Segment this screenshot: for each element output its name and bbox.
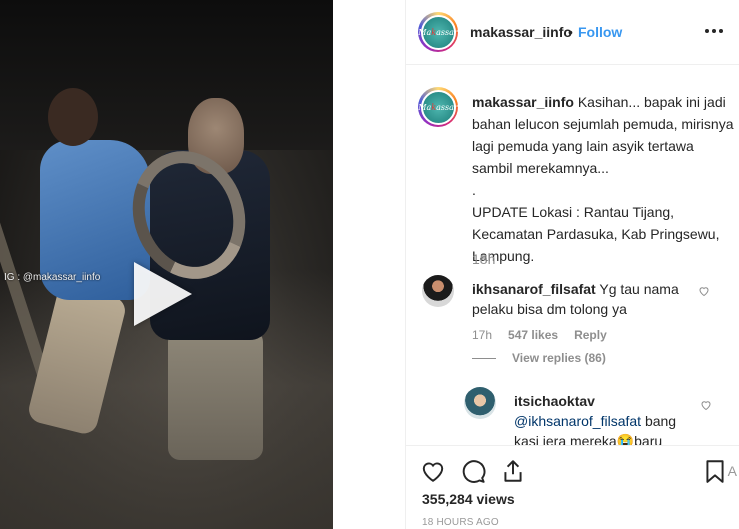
post-actions: A 355,284 views 18 HOURS AGO (406, 445, 739, 529)
view-count[interactable]: 355,284 views (422, 491, 515, 507)
share-icon[interactable] (500, 458, 526, 484)
mention-link[interactable]: @ikhsanarof_filsafat (514, 413, 641, 429)
reply-button[interactable]: Reply (574, 328, 607, 342)
avatar[interactable] (464, 387, 496, 419)
comment-body: ikhsanarof_filsafat Yg tau nama pelaku b… (472, 279, 704, 319)
comment-username[interactable]: itsichaoktav (514, 393, 595, 409)
caption-username[interactable]: makassar_iinfo (472, 94, 574, 110)
comment-meta: 17h 547 likes Reply (472, 328, 607, 342)
avatar[interactable] (422, 275, 454, 307)
comment-likes[interactable]: 547 likes (508, 328, 558, 342)
caption-body: makassar_iinfo Kasihan... bapak ini jadi… (472, 91, 734, 267)
avatar[interactable]: Ma k assar (418, 12, 458, 52)
view-replies-button[interactable]: View replies (86) (472, 351, 606, 365)
comments-section[interactable]: Ma k assar makassar_iinfo Kasihan... bapak… (406, 65, 739, 445)
old-man-legs (168, 330, 263, 460)
post-side-panel: Ma k assar makassar_iinfo • Follow Ma k assa… (405, 0, 739, 529)
comment-body: itsichaoktav @ikhsanarof_filsafat bang ka… (514, 391, 686, 445)
play-icon[interactable] (134, 262, 192, 326)
person-left-head (48, 88, 98, 146)
avatar-logo: Ma k assar (418, 89, 458, 125)
follow-button[interactable]: Follow (578, 24, 622, 40)
post-video[interactable]: IG : @makassar_iinfo (0, 0, 333, 529)
video-watermark: IG : @makassar_iinfo (4, 272, 101, 283)
divider (472, 357, 496, 359)
header-separator: • (568, 24, 573, 40)
caption-text: Kasihan... bapak ini jadi bahan lelucon … (472, 94, 734, 264)
post-timestamp[interactable]: 18 HOURS AGO (422, 517, 499, 528)
comment-time: 17h (472, 328, 493, 342)
comment-username[interactable]: ikhsanarof_filsafat (472, 281, 596, 297)
comment-icon[interactable] (460, 458, 486, 484)
heart-icon[interactable] (420, 458, 446, 484)
caption-time: 18h (472, 251, 496, 267)
post-header: Ma k assar makassar_iinfo • Follow (406, 0, 739, 65)
header-username[interactable]: makassar_iinfo (470, 24, 572, 40)
truncated-text: A (727, 463, 737, 479)
heart-icon[interactable] (698, 285, 710, 297)
caption-avatar[interactable]: Ma k assar (418, 87, 458, 127)
heart-icon[interactable] (700, 399, 712, 411)
avatar-logo: Ma k assar (418, 14, 458, 50)
bookmark-icon[interactable] (702, 458, 728, 484)
view-replies-label: View replies (86) (512, 351, 606, 365)
more-options-icon[interactable] (705, 29, 723, 33)
